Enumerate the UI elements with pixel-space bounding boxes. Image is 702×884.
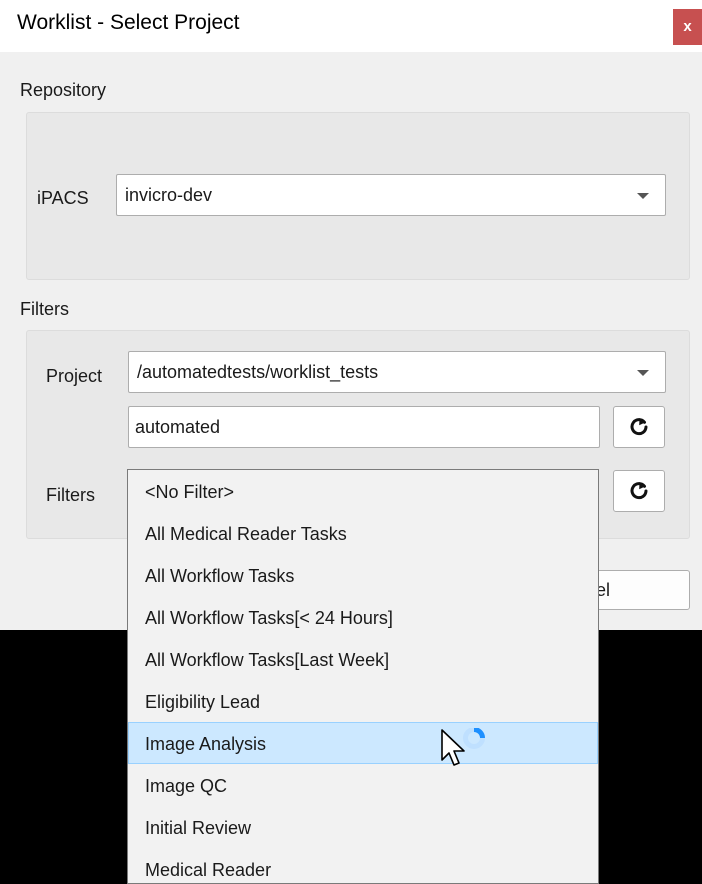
chevron-down-icon (637, 193, 649, 199)
filter-option-initial-review[interactable]: Initial Review (128, 806, 598, 848)
project-label: Project (46, 366, 103, 386)
filters-section-label: Filters (20, 299, 69, 319)
ipacs-select[interactable]: invicro-dev (116, 174, 666, 216)
chevron-down-icon (637, 370, 649, 376)
filter-option-no-filter[interactable]: <No Filter> (128, 470, 598, 512)
filters-dropdown-list[interactable]: <No Filter> All Medical Reader Tasks All… (127, 469, 599, 884)
mouse-cursor (440, 727, 500, 783)
filter-option-eligibility-lead[interactable]: Eligibility Lead (128, 680, 598, 722)
filter-option-all-workflow-tasks-24h[interactable]: All Workflow Tasks[< 24 Hours] (128, 596, 598, 638)
project-search-input[interactable]: automated (128, 406, 600, 448)
filter-option-all-medical-reader-tasks[interactable]: All Medical Reader Tasks (128, 512, 598, 554)
pointer-cursor-icon (441, 729, 465, 766)
refresh-icon (630, 418, 648, 436)
repository-group: iPACS invicro-dev (26, 112, 690, 280)
title-bar: Worklist - Select Project x (0, 0, 702, 52)
busy-spinner-icon (463, 727, 485, 749)
refresh-icon (630, 482, 648, 500)
window-title: Worklist - Select Project (17, 11, 240, 34)
close-button[interactable]: x (673, 9, 702, 45)
refresh-filters-button[interactable] (613, 470, 665, 512)
ipacs-label: iPACS (37, 188, 89, 208)
project-select[interactable]: /automatedtests/worklist_tests (128, 351, 666, 393)
filter-option-image-qc[interactable]: Image QC (128, 764, 598, 806)
close-icon: x (683, 18, 692, 35)
filter-option-medical-reader[interactable]: Medical Reader (128, 848, 598, 883)
filter-option-all-workflow-tasks-last-week[interactable]: All Workflow Tasks[Last Week] (128, 638, 598, 680)
filters-label: Filters (46, 485, 95, 505)
ipacs-select-value: invicro-dev (125, 185, 213, 205)
refresh-project-button[interactable] (613, 406, 665, 448)
repository-section-label: Repository (20, 80, 107, 100)
project-select-value: /automatedtests/worklist_tests (137, 362, 379, 382)
filter-option-all-workflow-tasks[interactable]: All Workflow Tasks (128, 554, 598, 596)
project-search-value: automated (135, 417, 221, 437)
filter-option-image-analysis[interactable]: Image Analysis (128, 722, 598, 764)
